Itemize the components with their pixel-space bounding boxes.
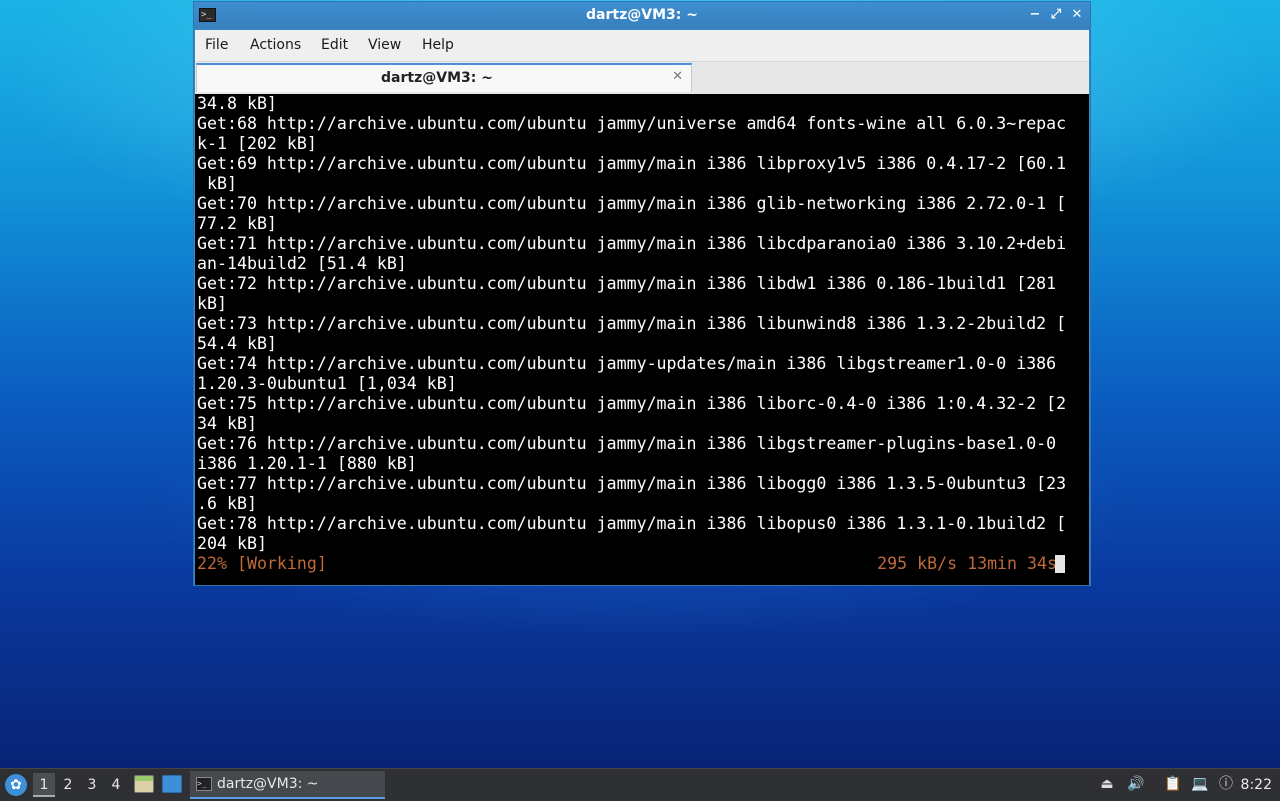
terminal-window: >_ dartz@VM3: ~ − ⤢ ✕ File Actions Edit … xyxy=(193,1,1091,586)
taskbar-task-terminal[interactable]: >_ dartz@VM3: ~ xyxy=(190,771,385,799)
menu-actions[interactable]: Actions xyxy=(250,30,301,61)
menu-file[interactable]: File xyxy=(205,30,228,61)
close-button[interactable]: ✕ xyxy=(1068,6,1086,24)
terminal-output[interactable]: 34.8 kB] Get:68 http://archive.ubuntu.co… xyxy=(195,94,1089,585)
file-manager-icon[interactable] xyxy=(134,775,154,793)
workspace-1[interactable]: 1 xyxy=(33,773,55,797)
minimize-button[interactable]: − xyxy=(1026,6,1044,24)
network-icon[interactable]: 💻 xyxy=(1191,775,1209,793)
terminal-task-icon: >_ xyxy=(196,777,212,791)
taskbar: ✿ 1 2 3 4 >_ dartz@VM3: ~ ⏏ 🔊 📋 💻 ⓘ 8:22 xyxy=(0,768,1280,801)
volume-icon[interactable]: 🔊 xyxy=(1127,775,1145,793)
progress-status: 22% [Working] xyxy=(197,554,327,573)
menubar: File Actions Edit View Help xyxy=(195,30,1089,61)
window-title: dartz@VM3: ~ xyxy=(586,7,698,23)
start-menu-icon[interactable]: ✿ xyxy=(5,774,27,796)
text-cursor xyxy=(1055,555,1065,573)
tab-bar: dartz@VM3: ~ ✕ xyxy=(195,61,1089,94)
show-desktop-icon[interactable] xyxy=(162,775,182,793)
window-titlebar[interactable]: >_ dartz@VM3: ~ − ⤢ ✕ xyxy=(194,2,1090,29)
clock[interactable]: 8:22 xyxy=(1241,769,1272,801)
tab-terminal[interactable]: dartz@VM3: ~ ✕ xyxy=(196,63,692,92)
notification-icon[interactable]: ⓘ xyxy=(1217,775,1235,793)
download-speed-eta: 295 kB/s 13min 34s xyxy=(877,554,1057,573)
task-label: dartz@VM3: ~ xyxy=(217,776,319,792)
tab-label: dartz@VM3: ~ xyxy=(381,70,493,86)
apt-progress-line: 22% [Working] 295 kB/s 13min 34s xyxy=(197,554,1067,574)
workspace-3[interactable]: 3 xyxy=(81,773,103,797)
menu-view[interactable]: View xyxy=(368,30,401,61)
tab-close-icon[interactable]: ✕ xyxy=(672,69,683,84)
workspace-2[interactable]: 2 xyxy=(57,773,79,797)
menu-help[interactable]: Help xyxy=(422,30,454,61)
terminal-text: 34.8 kB] Get:68 http://archive.ubuntu.co… xyxy=(197,94,1067,553)
menu-edit[interactable]: Edit xyxy=(321,30,348,61)
clipboard-icon[interactable]: 📋 xyxy=(1164,775,1182,793)
workspace-4[interactable]: 4 xyxy=(105,773,127,797)
maximize-button[interactable]: ⤢ xyxy=(1047,6,1065,24)
eject-icon[interactable]: ⏏ xyxy=(1098,775,1116,793)
